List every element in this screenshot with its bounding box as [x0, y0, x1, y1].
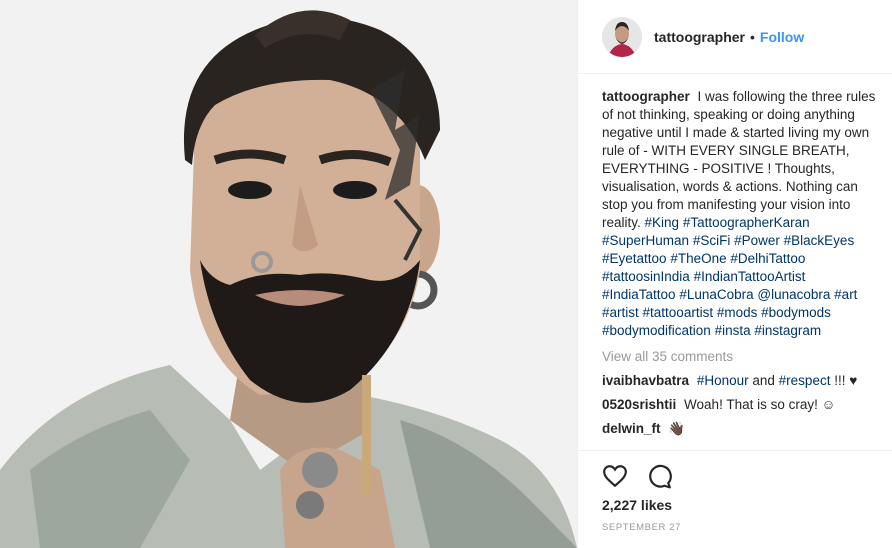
comment-text: Woah! That is so cray! ☺ — [680, 397, 836, 412]
caption: tattoographer I was following the three … — [602, 88, 880, 340]
hashtag[interactable]: #TheOne — [670, 251, 726, 266]
hashtag[interactable]: #mods — [717, 305, 758, 320]
header-username[interactable]: tattoographer — [654, 29, 745, 45]
comment-item: 0520srishtii Woah! That is so cray! ☺ — [602, 396, 880, 414]
hashtag[interactable]: #Honour — [697, 373, 749, 388]
hashtag[interactable]: #artist — [602, 305, 639, 320]
comment-item: ivaibhavbatra #Honour and #respect !!! ♥ — [602, 372, 880, 390]
comment-username[interactable]: ivaibhavbatra — [602, 373, 689, 388]
hashtag[interactable]: #instagram — [754, 323, 821, 338]
hashtag[interactable]: #IndiaTattoo — [602, 287, 676, 302]
hashtag[interactable]: #LunaCobra — [679, 287, 753, 302]
comment-text: 👋🏿 — [664, 421, 686, 436]
comments-section: tattoographer I was following the three … — [602, 88, 880, 450]
action-bar: 2,227 likes SEPTEMBER 27 — [578, 450, 892, 548]
post-photo[interactable] — [0, 0, 577, 548]
mention[interactable]: @lunacobra — [757, 287, 830, 302]
caption-username[interactable]: tattoographer — [602, 89, 690, 104]
comment-text: and — [752, 373, 775, 388]
likes-count[interactable]: 2,227 likes — [602, 497, 672, 513]
view-all-comments-link[interactable]: View all 35 comments — [602, 348, 880, 366]
hashtag[interactable]: #bodymodification — [602, 323, 711, 338]
heart-icon[interactable] — [602, 463, 630, 491]
comment-username[interactable]: 0520srishtii — [602, 397, 676, 412]
hashtag[interactable]: #respect — [779, 373, 831, 388]
post-date[interactable]: SEPTEMBER 27 — [602, 522, 681, 533]
hashtag[interactable]: #tattoosinIndia — [602, 269, 690, 284]
follow-button[interactable]: Follow — [760, 29, 804, 45]
post-sidebar: tattoographer • Follow tattoographer I w… — [577, 0, 892, 548]
comment-username[interactable]: delwin_ft — [602, 421, 661, 436]
hashtag[interactable]: #tattooartist — [643, 305, 714, 320]
comment-text: !!! ♥ — [834, 373, 858, 388]
hashtag[interactable]: #Power — [734, 233, 780, 248]
avatar-image — [602, 16, 642, 57]
hashtag[interactable]: #DelhiTattoo — [730, 251, 805, 266]
hashtag[interactable]: #insta — [715, 323, 751, 338]
comment-icon[interactable] — [646, 463, 674, 491]
post-header: tattoographer • Follow — [578, 0, 892, 74]
instagram-post: tattoographer • Follow tattoographer I w… — [0, 0, 892, 548]
hashtag[interactable]: #King — [645, 215, 680, 230]
separator-dot: • — [750, 28, 755, 45]
hashtag[interactable]: #Eyetattoo — [602, 251, 667, 266]
hashtag[interactable]: #BlackEyes — [784, 233, 855, 248]
caption-text: I was following the three rules of not t… — [602, 89, 876, 230]
hashtag[interactable]: #art — [834, 287, 857, 302]
hashtag[interactable]: #SciFi — [693, 233, 731, 248]
hashtag[interactable]: #SuperHuman — [602, 233, 689, 248]
hashtag[interactable]: #TattoographerKaran — [683, 215, 810, 230]
avatar[interactable] — [602, 16, 642, 57]
portrait-image — [0, 0, 577, 548]
comment-item: delwin_ft 👋🏿 — [602, 420, 880, 438]
hashtag[interactable]: #IndianTattooArtist — [694, 269, 806, 284]
hashtag[interactable]: #bodymods — [761, 305, 831, 320]
